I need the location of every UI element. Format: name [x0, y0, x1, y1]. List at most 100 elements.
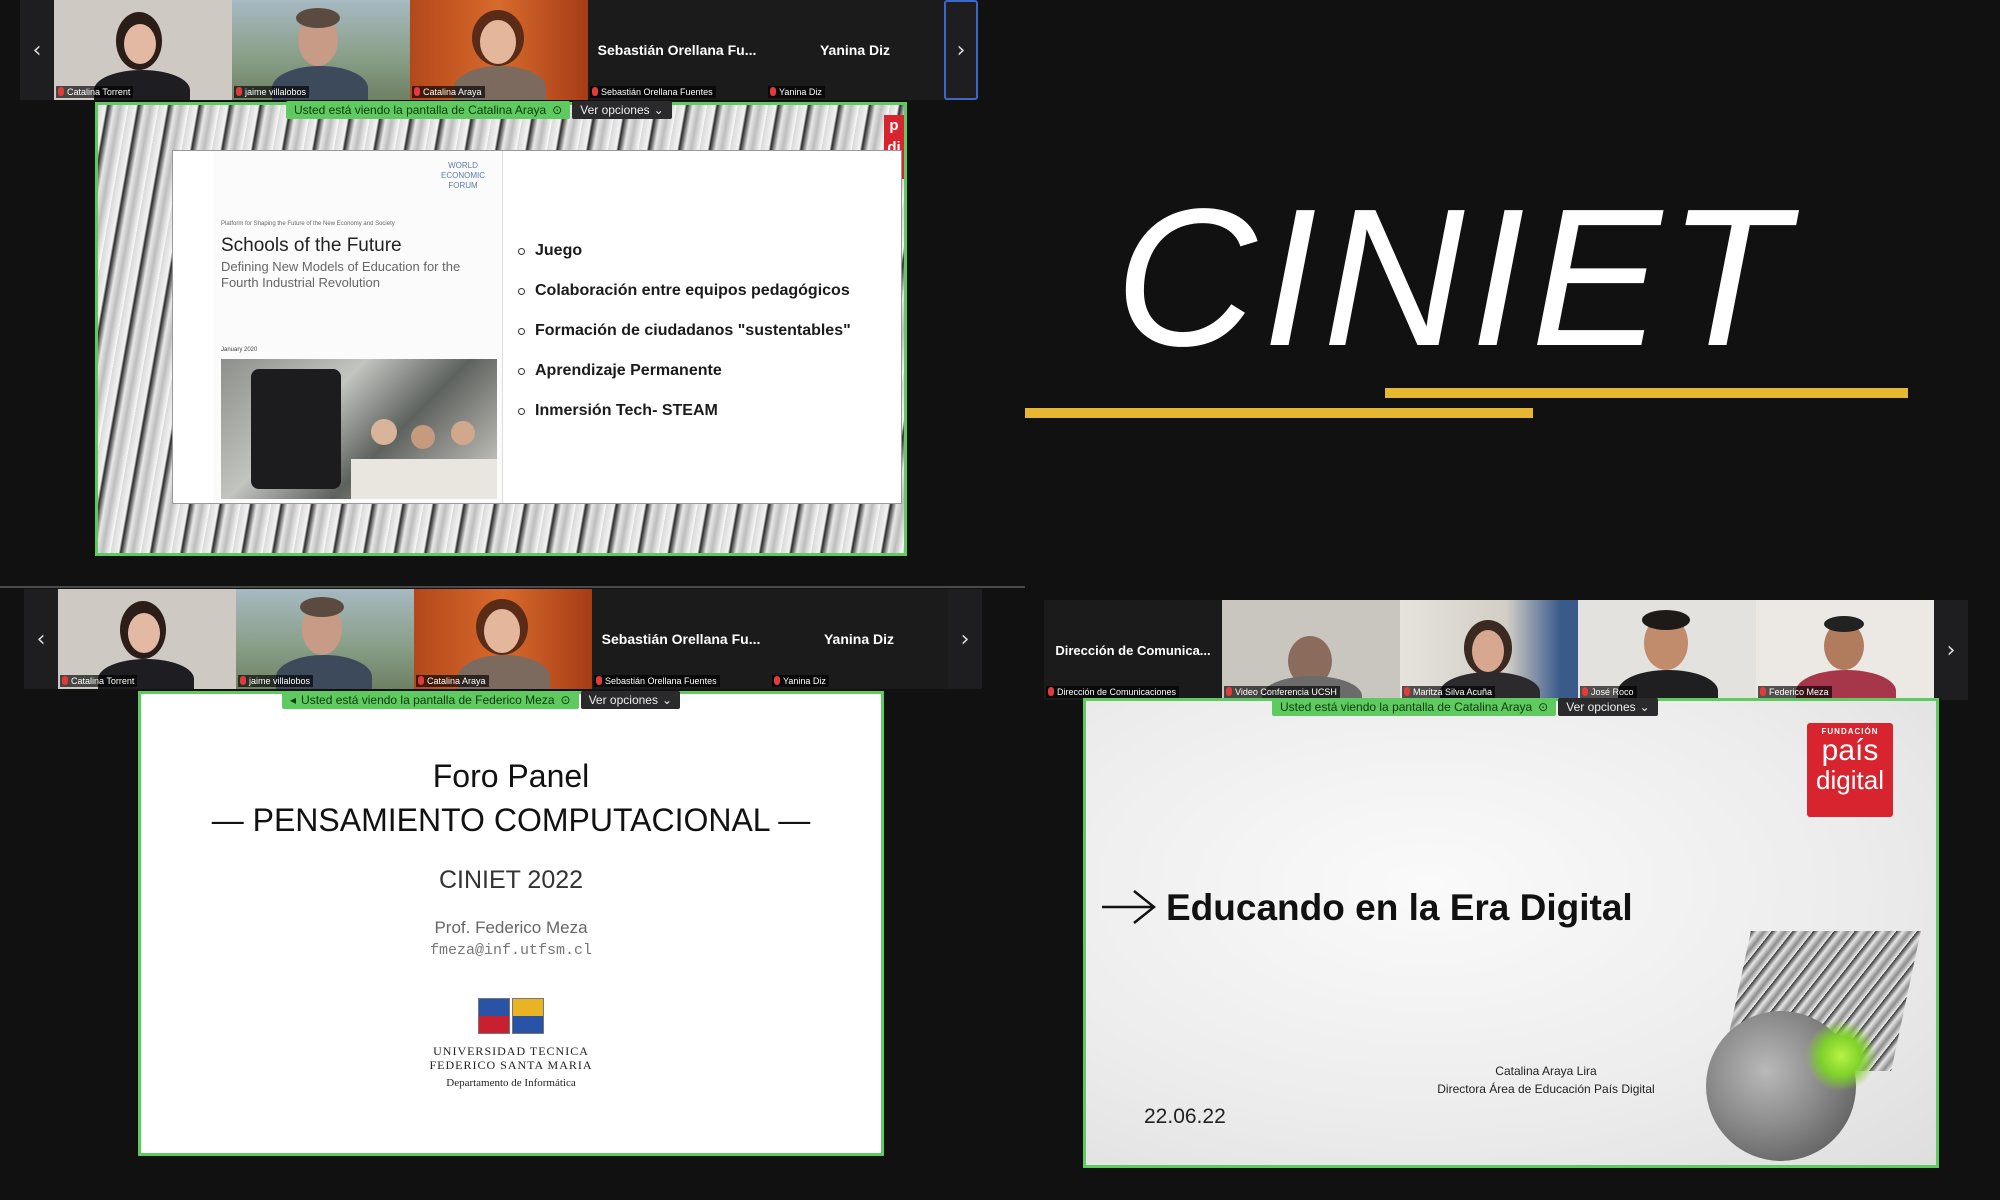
share-notice: Usted está viendo la pantalla de Catalin… [286, 101, 571, 119]
slide-presenter: Prof. Federico Meza [434, 918, 588, 937]
participant-name: Video Conferencia UCSH [1235, 687, 1337, 697]
mic-muted-icon [1582, 687, 1588, 696]
participant-tile[interactable]: Yanina Diz Yanina Diz [770, 589, 948, 689]
participant-name: Catalina Araya [423, 87, 482, 97]
document-subtitle: Defining New Models of Education for the… [221, 259, 461, 290]
document-header: Platform for Shaping the Future of the N… [221, 221, 395, 227]
next-participants-button[interactable]: › [1934, 600, 1968, 700]
panel-top-left: ‹ Catalina Torrent jaime villalobos Cata… [0, 0, 1000, 580]
participant-tile[interactable]: Dirección de Comunica... Dirección de Co… [1044, 600, 1222, 700]
share-notice-bar: Usted está viendo la pantalla de Catalin… [286, 100, 672, 120]
university-crest [478, 998, 544, 1034]
mic-muted-icon [774, 676, 780, 685]
next-participants-button[interactable]: › [944, 0, 978, 100]
prev-participants-button[interactable]: ‹ [20, 0, 54, 100]
chevron-right-icon: › [960, 626, 970, 652]
mic-muted-icon [1226, 687, 1232, 696]
participant-tile[interactable]: Maritza Silva Acuña [1400, 600, 1578, 700]
participant-tile[interactable]: José Roco [1578, 600, 1756, 700]
participant-name: Sebastián Orellana Fuentes [605, 676, 717, 686]
share-notice-bar: ◂ Usted está viendo la pantalla de Federi… [282, 690, 681, 710]
share-notice-bar: Usted está viendo la pantalla de Catalin… [1272, 697, 1658, 717]
bullet-item: Aprendizaje Permanente [518, 351, 898, 391]
slide-content: WORLD ECONOMIC FORUM Platform for Shapin… [173, 151, 901, 503]
panel-bottom-left: ‹ Catalina Torrent jaime villalobos Cata… [0, 588, 1020, 1200]
mic-muted-icon [596, 676, 602, 685]
participant-tile[interactable]: Catalina Araya [410, 0, 588, 100]
view-options-button[interactable]: Ver opciones ⌄ [572, 101, 672, 119]
bullet-item: Formación de ciudadanos "sustentables" [518, 311, 898, 351]
slide-event: CINIET 2022 [438, 866, 584, 894]
bullet-list: Juego Colaboración entre equipos pedagóg… [518, 231, 898, 431]
participant-tile[interactable]: Federico Meza [1756, 600, 1934, 700]
participant-tile[interactable]: Yanina Diz Yanina Diz [766, 0, 944, 100]
university-name-line2: FEDERICO SANTA MARIA [429, 1058, 593, 1072]
mic-muted-icon [62, 676, 68, 685]
speaker-icon: ◂ [290, 693, 297, 707]
view-options-button[interactable]: Ver opciones ⌄ [1558, 698, 1658, 716]
slide-title: Foro Panel [432, 758, 590, 794]
pais-digital-logo: FUNDACIÓN país digital [1807, 723, 1893, 817]
chevron-down-icon: ⌄ [653, 103, 664, 117]
slide-subtitle: — PENSAMIENTO COMPUTACIONAL — [211, 802, 811, 838]
document-title: Schools of the Future [221, 235, 402, 256]
mic-muted-icon [1048, 687, 1054, 696]
mic-muted-icon [236, 87, 242, 96]
participant-tile-name: Sebastián Orellana Fu... [601, 631, 761, 647]
university-name: UNIVERSIDAD TECNICA [433, 1044, 589, 1058]
participant-tile[interactable]: jaime villalobos [236, 589, 414, 689]
participant-name: jaime villalobos [245, 87, 307, 97]
mic-muted-icon [770, 87, 776, 96]
mic-muted-icon [240, 676, 246, 685]
mic-muted-icon [1760, 687, 1766, 696]
participant-tile[interactable]: Catalina Araya [414, 589, 592, 689]
view-options-button[interactable]: Ver opciones ⌄ [580, 691, 681, 709]
share-notice: Usted está viendo la pantalla de Catalin… [1272, 698, 1557, 716]
mic-muted-icon [1404, 687, 1410, 696]
slide-title: Educando en la Era Digital [1166, 887, 1633, 928]
arrow-right-icon [1100, 887, 1160, 927]
next-participants-button[interactable]: › [948, 589, 982, 689]
participant-name: Catalina Araya [427, 676, 486, 686]
department-name: Departamento de Informática [446, 1077, 576, 1089]
shared-screen: Foro Panel — PENSAMIENTO COMPUTACIONAL —… [138, 691, 884, 1156]
prev-participants-button[interactable]: ‹ [24, 589, 58, 689]
bullet-item: Juego [518, 231, 898, 271]
document-date: January 2020 [221, 347, 258, 353]
participant-name: jaime villalobos [249, 676, 311, 686]
participant-name: Catalina Torrent [67, 87, 131, 97]
mic-muted-icon [414, 87, 420, 96]
document-cover: WORLD ECONOMIC FORUM Platform for Shapin… [213, 151, 503, 503]
panel-top-right: CINIET [1020, 0, 2000, 580]
chevron-left-icon: ‹ [36, 626, 46, 652]
pin-icon: ⊙ [1538, 700, 1549, 714]
wef-logo: WORLD ECONOMIC FORUM [441, 161, 485, 190]
chevron-down-icon: ⌄ [661, 693, 673, 707]
participant-tile-name: Dirección de Comunica... [1055, 642, 1211, 658]
speaker-name: Catalina Araya Lira [1495, 1064, 1597, 1078]
participant-tile[interactable]: Sebastián Orellana Fu... Sebastián Orell… [588, 0, 766, 100]
pin-icon: ⊙ [552, 103, 563, 117]
chevron-right-icon: › [1946, 637, 1956, 663]
participant-tile-name: Yanina Diz [823, 631, 895, 647]
mic-muted-icon [592, 87, 598, 96]
participant-tile[interactable]: jaime villalobos [232, 0, 410, 100]
shared-screen: p di WORLD ECONOMIC FORUM Platform for Sh… [95, 102, 907, 556]
slide-email: fmeza@inf.utfsm.cl [429, 942, 593, 959]
speaker-role: Directora Área de Educación País Digital [1437, 1082, 1655, 1096]
panel-bottom-right: Dirección de Comunica... Dirección de Co… [1040, 588, 2000, 1200]
participant-tile[interactable]: Video Conferencia UCSH [1222, 600, 1400, 700]
participant-tile-name: Yanina Diz [819, 42, 891, 58]
participant-name: Yanina Diz [783, 676, 826, 686]
participant-name: José Roco [1591, 687, 1634, 697]
chevron-down-icon: ⌄ [1639, 700, 1650, 714]
participant-tile[interactable]: Catalina Torrent [58, 589, 236, 689]
participant-name: Maritza Silva Acuña [1413, 687, 1493, 697]
bullet-item: Inmersión Tech- STEAM [518, 391, 898, 431]
participant-name: Yanina Diz [779, 87, 822, 97]
chevron-right-icon: › [956, 37, 966, 63]
chevron-left-icon: ‹ [32, 37, 42, 63]
participant-tile[interactable]: Catalina Torrent [54, 0, 232, 100]
shared-screen: FUNDACIÓN país digital Educando en la Er… [1083, 698, 1939, 1168]
participant-tile[interactable]: Sebastián Orellana Fu... Sebastián Orell… [592, 589, 770, 689]
